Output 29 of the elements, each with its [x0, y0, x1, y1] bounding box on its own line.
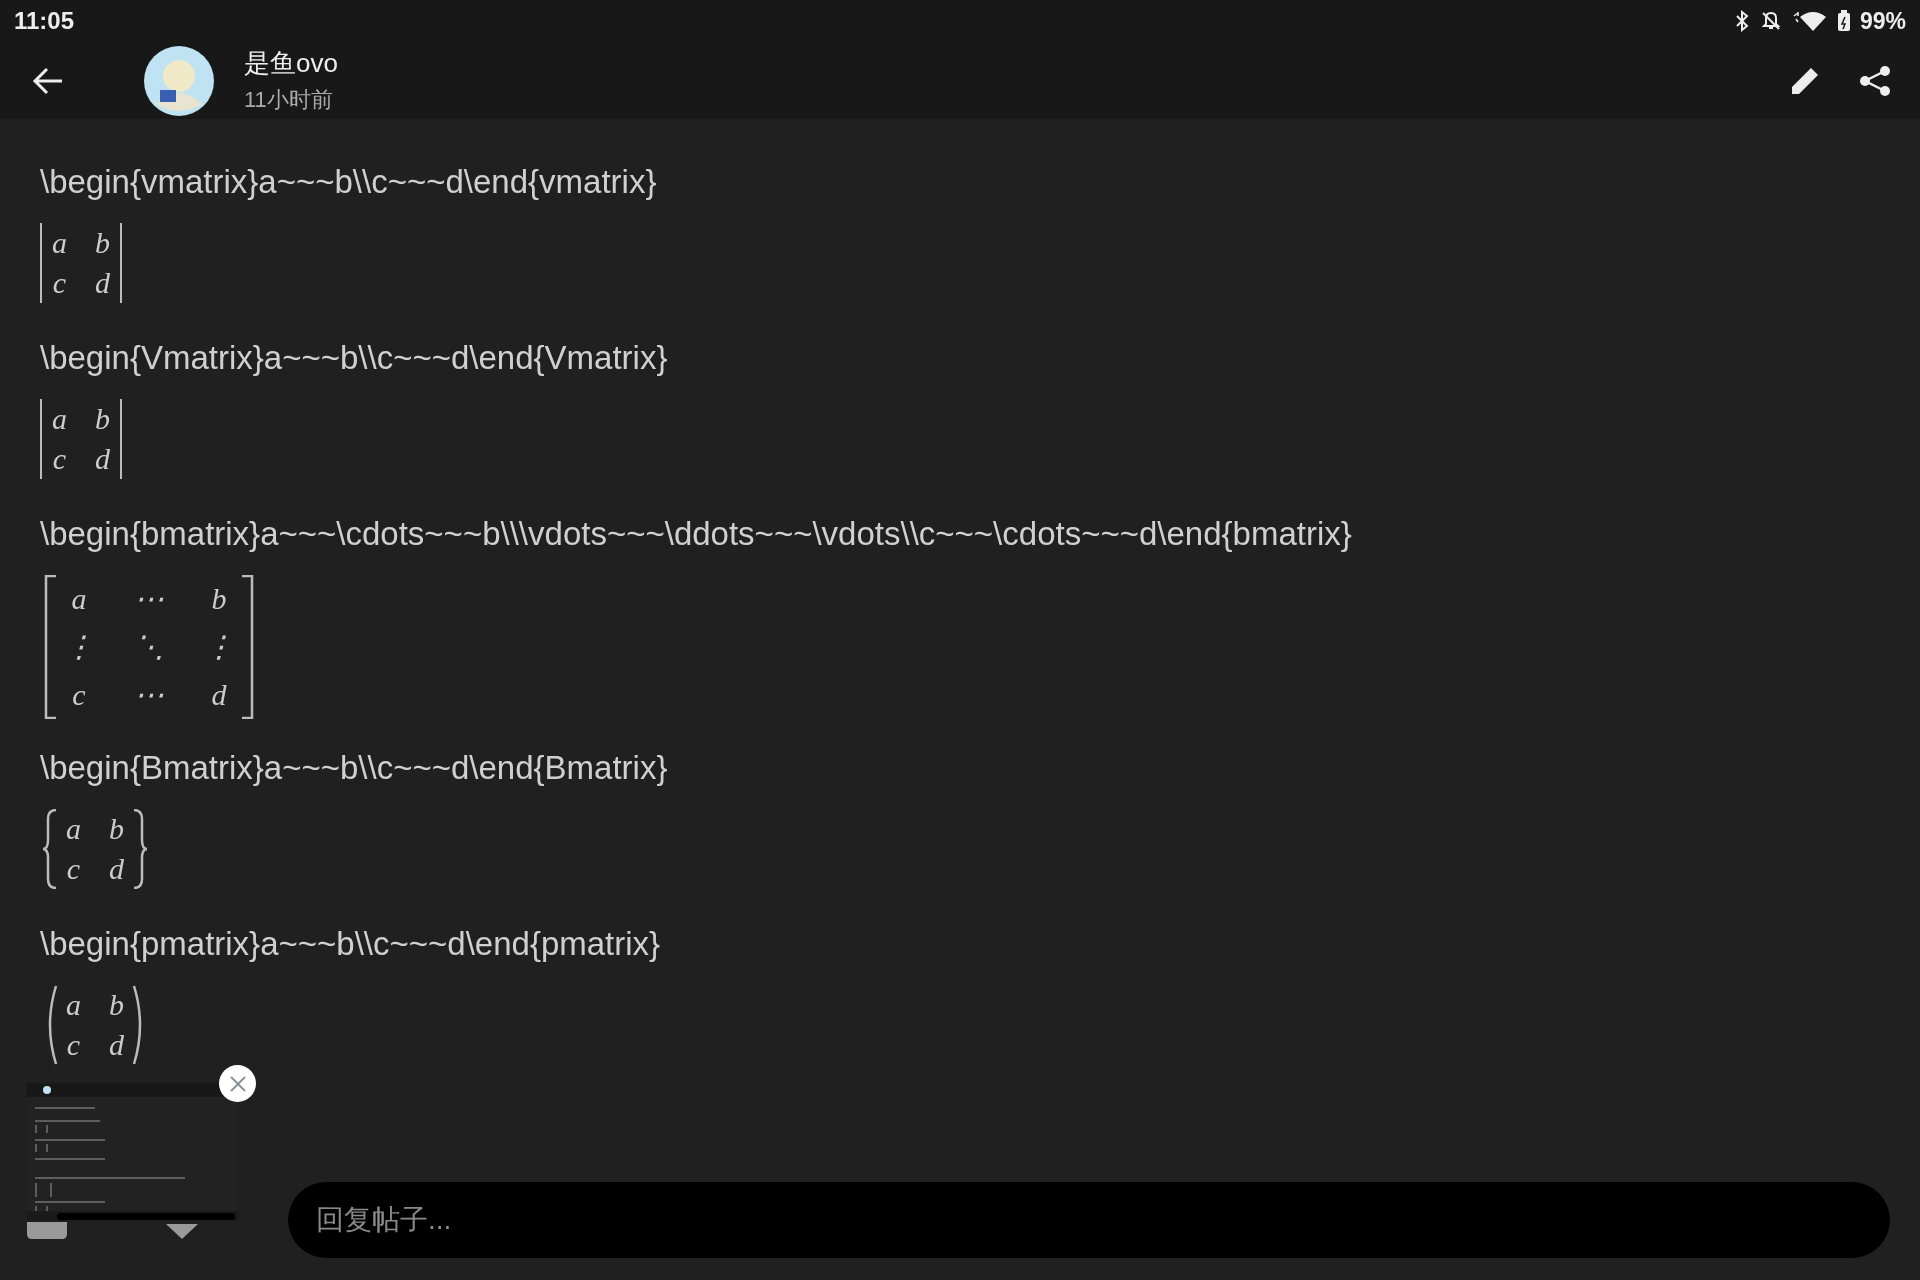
matrix-formula: a b c d [40, 985, 150, 1065]
matrix-formula: a b c d [40, 399, 122, 479]
bluetooth-icon [1733, 10, 1750, 32]
author-name[interactable]: 是鱼ovo [244, 46, 1788, 81]
latex-source-text: \begin{Vmatrix}a~~~b\\c~~~d\end{Vmatrix} [40, 339, 668, 377]
muted-bell-icon [1759, 10, 1782, 32]
left-brace-icon [42, 809, 58, 889]
battery-percent: 99% [1859, 7, 1906, 35]
right-bracket-icon [240, 575, 256, 719]
latex-source-text: \begin{Bmatrix}a~~~b\\c~~~d\end{Bmatrix} [40, 749, 668, 787]
right-brace-icon [132, 809, 148, 889]
latex-source-text: \begin{vmatrix}a~~~b\\c~~~d\end{vmatrix} [40, 163, 657, 201]
screenshot-thumbnail[interactable] [27, 1083, 239, 1221]
latex-source-text: \begin{bmatrix}a~~~\cdots~~~b\\\vdots~~~\ddots~~~\vdots\\c~~~\cdots~~~d\end{bmatrix} [40, 515, 1352, 553]
avatar[interactable] [144, 45, 214, 116]
close-icon [228, 1074, 247, 1093]
reply-field[interactable]: 回复帖子... [288, 1182, 1890, 1258]
back-arrow-icon[interactable] [32, 66, 64, 95]
latex-source-text: \begin{pmatrix}a~~~b\\c~~~d\end{pmatrix} [40, 925, 661, 963]
battery-icon [1837, 10, 1850, 32]
wifi-icon [1791, 10, 1828, 32]
matrix-formula: a ⋯ b ⋮ ⋱ ⋮ c ⋯ d [40, 575, 258, 719]
status-time: 11:05 [14, 7, 75, 35]
matrix-formula: a b c d [40, 223, 122, 303]
share-icon[interactable] [1858, 63, 1892, 98]
post-time: 11小时前 [244, 86, 334, 114]
close-button[interactable] [219, 1065, 256, 1102]
left-bracket-icon [42, 575, 58, 719]
matrix-formula: a b c d [40, 809, 150, 889]
